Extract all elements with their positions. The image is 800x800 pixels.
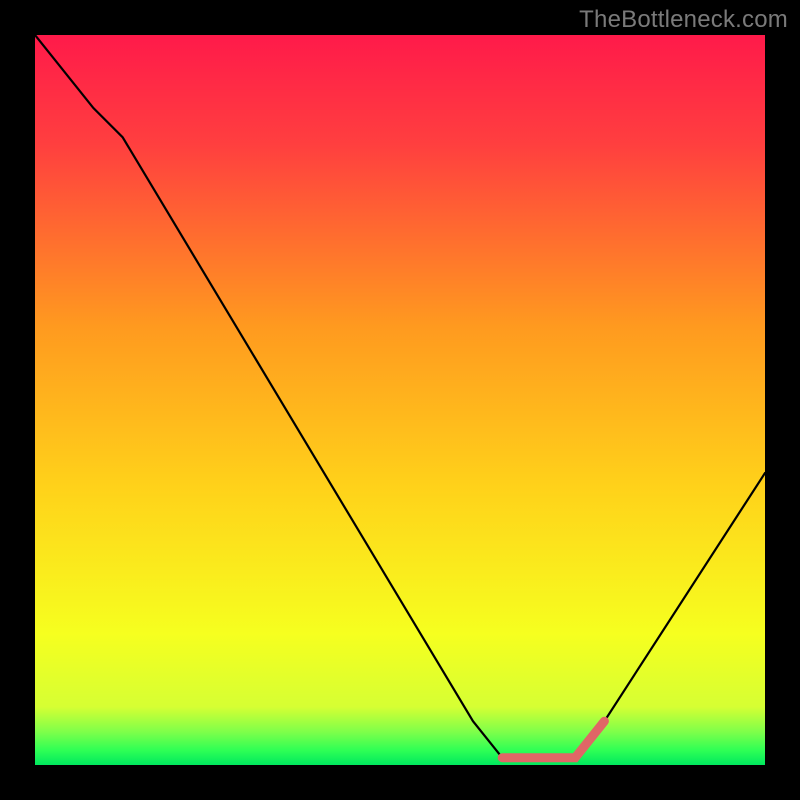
chart-frame: TheBottleneck.com (0, 0, 800, 800)
bottleneck-curve-chart (35, 35, 765, 765)
plot-area (35, 35, 765, 765)
gradient-background (35, 35, 765, 765)
watermark-text: TheBottleneck.com (579, 6, 788, 34)
